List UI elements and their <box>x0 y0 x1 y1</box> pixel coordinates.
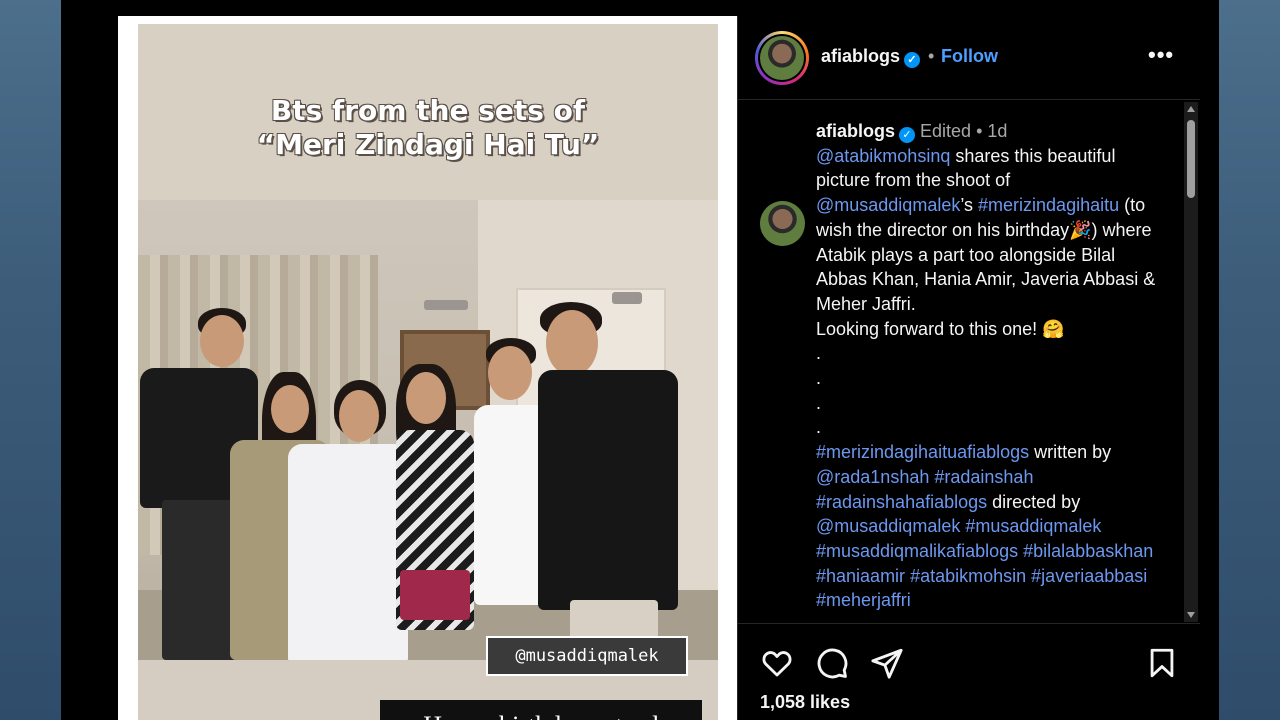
follow-button[interactable]: Follow <box>941 46 998 67</box>
wall-lamp <box>424 300 468 310</box>
bookmark-icon[interactable] <box>1145 646 1179 680</box>
scroll-down-arrow[interactable] <box>1187 612 1195 618</box>
hashtag-link[interactable]: #musaddiqmalikafiablogs <box>816 541 1018 561</box>
post-actions: 1,058 likes <box>738 623 1200 720</box>
edited-label: Edited <box>920 121 972 141</box>
post-time[interactable]: 1d <box>987 121 1007 141</box>
author-username[interactable]: afiablogs ✓ <box>821 46 921 68</box>
wall-lamp <box>612 292 642 304</box>
caption-hashtags: #merizindagihaituafiablogs written by @r… <box>816 440 1166 613</box>
separator-dot: • <box>928 46 935 66</box>
mention-link[interactable]: @musaddiqmalek <box>816 516 960 536</box>
scroll-up-arrow[interactable] <box>1187 106 1195 112</box>
story-caption: Happy birthday ustaad <box>380 700 702 720</box>
group-photo <box>138 200 718 660</box>
avatar[interactable] <box>760 36 804 80</box>
author-username-text[interactable]: afiablogs <box>821 46 900 66</box>
post-side-panel: afiablogs ✓ • Follow ••• afiablogs ✓ Edite… <box>737 16 1200 720</box>
story-title-line1: Bts from the sets of <box>270 94 586 127</box>
caption-dot: . <box>816 417 822 438</box>
hashtag-link[interactable]: #radainshahafiablogs <box>816 492 987 512</box>
caption-avatar[interactable] <box>760 201 805 246</box>
hashtag-link[interactable]: #meherjaffri <box>816 590 911 610</box>
story-title: Bts from the sets of “Meri Zindagi Hai T… <box>138 94 718 162</box>
scroll-thumb[interactable] <box>1187 120 1195 198</box>
mention-link[interactable]: @rada1nshah <box>816 467 929 487</box>
post-media: Bts from the sets of “Meri Zindagi Hai T… <box>118 16 737 720</box>
story-mention-tag: @musaddiqmalek <box>486 636 688 676</box>
comment-icon[interactable] <box>815 646 849 680</box>
story-image: Bts from the sets of “Meri Zindagi Hai T… <box>138 24 718 720</box>
caption-body: @atabikmohsinq shares this beautiful pic… <box>816 144 1166 317</box>
caption-text: directed by <box>987 491 1081 512</box>
mention-link[interactable]: @musaddiqmalek <box>816 195 960 215</box>
verified-icon: ✓ <box>899 127 916 143</box>
caption-text: ’s <box>960 195 979 216</box>
hashtag-link[interactable]: #javeriaabbasi <box>1031 566 1147 586</box>
hashtag-link[interactable]: #radainshah <box>934 467 1033 487</box>
caption-username[interactable]: afiablogs <box>816 121 895 141</box>
likes-count[interactable]: 1,058 likes <box>760 692 850 713</box>
share-icon[interactable] <box>870 646 904 680</box>
caption-dot: . <box>816 343 822 364</box>
hashtag-link[interactable]: #merizindagihaituafiablogs <box>816 442 1029 462</box>
story-title-line2: “Meri Zindagi Hai Tu” <box>256 128 600 161</box>
caption-text: written by <box>1029 442 1112 463</box>
caption-dot: . <box>816 392 822 413</box>
hashtag-link[interactable]: #musaddiqmalek <box>965 516 1101 536</box>
story-ring[interactable] <box>755 31 809 85</box>
hashtag-link[interactable]: #bilalabbaskhan <box>1023 541 1153 561</box>
comments-section[interactable]: afiablogs ✓ Edited • 1d @atabikmohsinq sh… <box>738 101 1188 623</box>
caption-text: Looking forward to this one! 🤗 <box>816 318 1065 339</box>
comments-scrollbar[interactable] <box>1184 102 1198 622</box>
verified-icon: ✓ <box>904 52 921 68</box>
post-caption: afiablogs ✓ Edited • 1d @atabikmohsinq sh… <box>816 119 1166 613</box>
caption-dot: . <box>816 368 822 389</box>
hashtag-link[interactable]: #haniaamir <box>816 566 905 586</box>
hashtag-link[interactable]: #atabikmohsin <box>910 566 1026 586</box>
mention-link[interactable]: @atabikmohsinq <box>816 146 950 166</box>
post-header: afiablogs ✓ • Follow ••• <box>738 16 1200 100</box>
more-icon[interactable]: ••• <box>1148 42 1174 68</box>
heart-icon[interactable] <box>760 646 794 680</box>
hashtag-link[interactable]: #merizindagihaitu <box>978 195 1119 215</box>
